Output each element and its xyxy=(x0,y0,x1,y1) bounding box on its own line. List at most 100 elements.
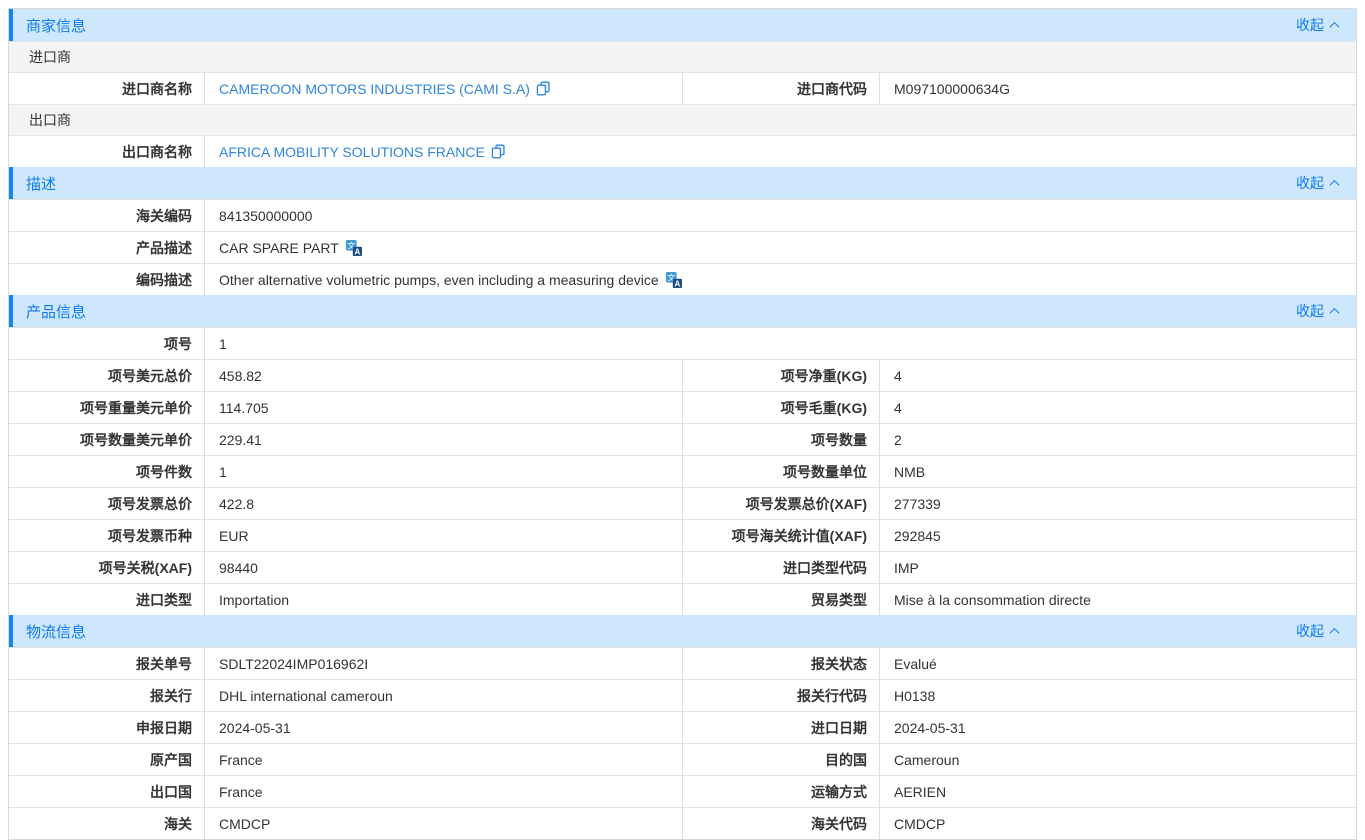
section-header-logistics: 物流信息 收起 xyxy=(9,615,1356,647)
section-title: 商家信息 xyxy=(26,15,86,36)
field-value: CMDCP xyxy=(879,808,1356,839)
field-value: 229.41 xyxy=(204,424,682,455)
field-label: 项号美元总价 xyxy=(9,360,204,391)
field-label: 申报日期 xyxy=(9,712,204,743)
field-label: 出口国 xyxy=(9,776,204,807)
field-value: 2024-05-31 xyxy=(204,712,682,743)
trade-record-panel: 商家信息 收起 进口商 进口商名称 CAMEROON MOTORS INDUST… xyxy=(8,8,1357,840)
field-value: 1 xyxy=(204,456,682,487)
field-value: Evalué xyxy=(879,648,1356,679)
field-row: 项号数量美元单价 229.41 项号数量 2 xyxy=(9,423,1356,455)
field-label: 贸易类型 xyxy=(682,584,879,615)
chevron-up-icon xyxy=(1330,179,1340,189)
field-label: 项号数量单位 xyxy=(682,456,879,487)
field-value: Other alternative volumetric pumps, even… xyxy=(204,264,1356,295)
field-value: Mise à la consommation directe xyxy=(879,584,1356,615)
field-label: 报关状态 xyxy=(682,648,879,679)
field-label: 运输方式 xyxy=(682,776,879,807)
field-value: 2 xyxy=(879,424,1356,455)
group-row-importer: 进口商 xyxy=(9,41,1356,72)
collapse-button[interactable]: 收起 xyxy=(1296,301,1338,321)
field-value: AERIEN xyxy=(879,776,1356,807)
collapse-label: 收起 xyxy=(1296,15,1324,35)
field-row: 项号件数 1 项号数量单位 NMB xyxy=(9,455,1356,487)
field-row: 原产国 France 目的国 Cameroun xyxy=(9,743,1356,775)
group-label: 出口商 xyxy=(29,110,71,130)
field-row: 项号重量美元单价 114.705 项号毛重(KG) 4 xyxy=(9,391,1356,423)
group-row-exporter: 出口商 xyxy=(9,104,1356,135)
field-value: CAR SPARE PART xyxy=(204,232,1356,263)
field-value: CMDCP xyxy=(204,808,682,839)
field-label: 报关单号 xyxy=(9,648,204,679)
field-label: 原产国 xyxy=(9,744,204,775)
chevron-up-icon xyxy=(1330,627,1340,637)
field-value: H0138 xyxy=(879,680,1356,711)
field-label: 进口类型 xyxy=(9,584,204,615)
field-label: 项号 xyxy=(9,328,204,359)
collapse-button[interactable]: 收起 xyxy=(1296,15,1338,35)
field-label: 出口商名称 xyxy=(9,136,204,167)
field-value: 2024-05-31 xyxy=(879,712,1356,743)
section-header-product: 产品信息 收起 xyxy=(9,295,1356,327)
field-label: 项号数量美元单价 xyxy=(9,424,204,455)
section-accent-bar xyxy=(9,9,13,41)
field-label: 进口类型代码 xyxy=(682,552,879,583)
field-row: 项号发票币种 EUR 项号海关统计值(XAF) 292845 xyxy=(9,519,1356,551)
field-label: 项号数量 xyxy=(682,424,879,455)
chevron-up-icon xyxy=(1330,307,1340,317)
field-row: 报关行 DHL international cameroun 报关行代码 H01… xyxy=(9,679,1356,711)
field-label: 海关代码 xyxy=(682,808,879,839)
field-value: 422.8 xyxy=(204,488,682,519)
field-value: 1 xyxy=(204,328,1356,359)
field-value: 292845 xyxy=(879,520,1356,551)
field-label: 项号净重(KG) xyxy=(682,360,879,391)
field-row: 海关 CMDCP 海关代码 CMDCP xyxy=(9,807,1356,839)
field-value: 458.82 xyxy=(204,360,682,391)
exporter-name-link[interactable]: AFRICA MOBILITY SOLUTIONS FRANCE xyxy=(219,144,506,160)
field-value: IMP xyxy=(879,552,1356,583)
field-label: 报关行 xyxy=(9,680,204,711)
section-title: 物流信息 xyxy=(26,621,86,642)
field-value: 277339 xyxy=(879,488,1356,519)
field-label: 编码描述 xyxy=(9,264,204,295)
field-label: 进口日期 xyxy=(682,712,879,743)
field-label: 海关编码 xyxy=(9,200,204,231)
field-value: 114.705 xyxy=(204,392,682,423)
collapse-label: 收起 xyxy=(1296,301,1324,321)
group-label: 进口商 xyxy=(29,47,71,67)
section-header-merchant: 商家信息 收起 xyxy=(9,9,1356,41)
translate-icon[interactable] xyxy=(346,240,362,256)
field-label: 进口商代码 xyxy=(682,73,879,104)
copy-icon[interactable] xyxy=(491,144,506,159)
field-label: 项号关税(XAF) xyxy=(9,552,204,583)
section-header-description: 描述 收起 xyxy=(9,167,1356,199)
field-label: 项号件数 xyxy=(9,456,204,487)
field-value: France xyxy=(204,744,682,775)
field-value: NMB xyxy=(879,456,1356,487)
field-label: 项号重量美元单价 xyxy=(9,392,204,423)
field-label: 项号发票总价 xyxy=(9,488,204,519)
importer-name-link[interactable]: CAMEROON MOTORS INDUSTRIES (CAMI S.A) xyxy=(219,81,551,97)
collapse-label: 收起 xyxy=(1296,621,1324,641)
copy-icon[interactable] xyxy=(536,81,551,96)
translate-icon[interactable] xyxy=(666,272,682,288)
chevron-up-icon xyxy=(1330,21,1340,31)
field-row: 项号美元总价 458.82 项号净重(KG) 4 xyxy=(9,359,1356,391)
field-value: DHL international cameroun xyxy=(204,680,682,711)
field-value: CAMEROON MOTORS INDUSTRIES (CAMI S.A) xyxy=(204,73,682,104)
field-row: 产品描述 CAR SPARE PART xyxy=(9,231,1356,263)
section-accent-bar xyxy=(9,295,13,327)
field-row: 进口商名称 CAMEROON MOTORS INDUSTRIES (CAMI S… xyxy=(9,72,1356,104)
field-row: 报关单号 SDLT22024IMP016962I 报关状态 Evalué xyxy=(9,647,1356,679)
field-row: 项号 1 xyxy=(9,327,1356,359)
field-value: M097100000634G xyxy=(879,73,1356,104)
field-row: 申报日期 2024-05-31 进口日期 2024-05-31 xyxy=(9,711,1356,743)
field-label: 报关行代码 xyxy=(682,680,879,711)
section-title: 描述 xyxy=(26,173,56,194)
collapse-button[interactable]: 收起 xyxy=(1296,621,1338,641)
field-row: 项号发票总价 422.8 项号发票总价(XAF) 277339 xyxy=(9,487,1356,519)
field-value: 841350000000 xyxy=(204,200,1356,231)
field-label: 项号海关统计值(XAF) xyxy=(682,520,879,551)
section-accent-bar xyxy=(9,615,13,647)
collapse-button[interactable]: 收起 xyxy=(1296,173,1338,193)
